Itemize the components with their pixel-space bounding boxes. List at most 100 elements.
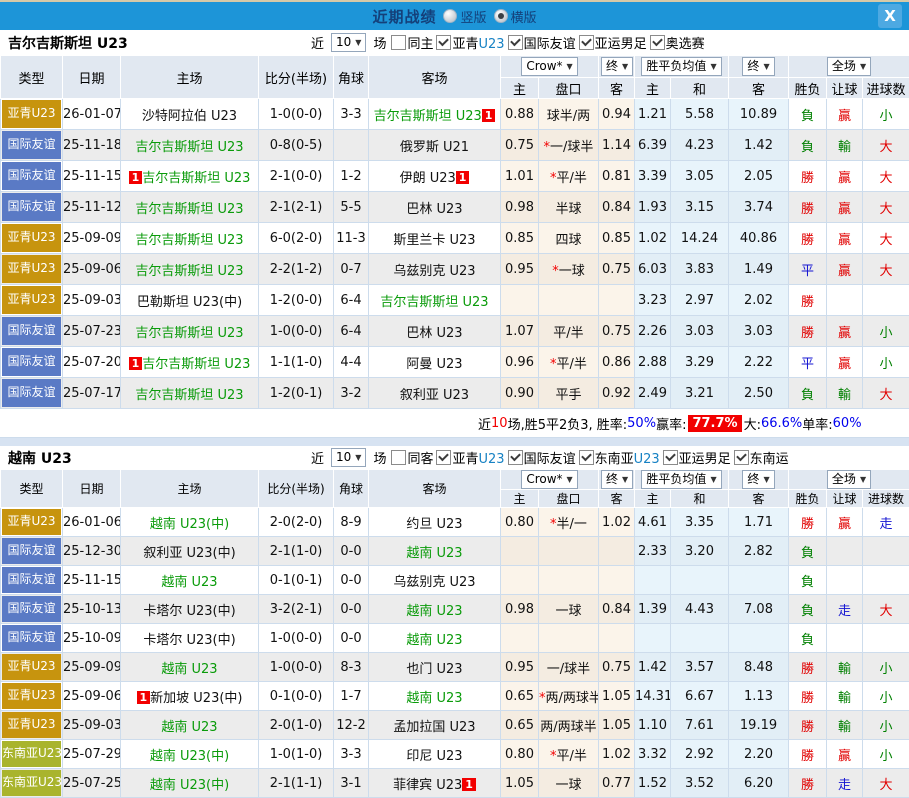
result-cell: 大 (863, 130, 909, 161)
result-cell: 贏 (827, 192, 863, 223)
checkbox-label[interactable]: 亚运男足 (595, 33, 647, 52)
checkbox-checked-icon[interactable] (508, 450, 523, 465)
checkbox-label[interactable]: 东南亚U23 (595, 448, 660, 467)
result-label: 勝 (801, 295, 814, 310)
result-cell: 勝 (789, 653, 827, 682)
checkbox-label[interactable]: 东南运 (750, 448, 789, 467)
home-team-cell: 吉尔吉斯斯坦 U23 (121, 223, 259, 254)
corner-cell: 6-4 (334, 316, 369, 347)
checkbox-checked-icon[interactable] (734, 450, 749, 465)
match-type-cell: 国际友谊 (1, 347, 63, 378)
result-label: 大 (880, 233, 893, 248)
games-count-select[interactable]: 10▼ (331, 33, 366, 52)
checkbox-checked-icon[interactable] (579, 450, 594, 465)
final-odds-select-2[interactable]: 终▼ (742, 57, 774, 76)
checkbox-unchecked-icon[interactable] (391, 450, 406, 465)
checkbox-checked-icon[interactable] (436, 450, 451, 465)
radio-icon[interactable] (443, 9, 457, 23)
radio-vertical-layout[interactable]: 竖版 (443, 7, 486, 26)
checkbox-亚青U23[interactable]: 亚青U23 (436, 33, 504, 52)
final-odds-select-1[interactable]: 终▼ (601, 57, 633, 76)
fulltime-select[interactable]: 全场▼ (827, 470, 871, 489)
radio-selected-icon[interactable] (494, 9, 508, 23)
radio-horizontal-label[interactable]: 横版 (511, 7, 537, 26)
result-cell: 大 (863, 161, 909, 192)
crow-select[interactable]: Crow*▼ (521, 57, 577, 76)
result-cell: 小 (863, 711, 909, 740)
handicap-cell (539, 624, 599, 653)
final-odds-select-1[interactable]: 终▼ (601, 470, 633, 489)
checkbox-label[interactable]: 亚青U23 (452, 448, 504, 467)
result-cell: 輸 (827, 682, 863, 711)
odds-cell: 1.14 (599, 130, 635, 161)
avg-odds-cell: 14.31 (635, 682, 671, 711)
checkbox-亚青U23[interactable]: 亚青U23 (436, 448, 504, 467)
wdl-average-select[interactable]: 胜平负均值▼ (641, 470, 721, 489)
corner-cell: 0-0 (334, 595, 369, 624)
away-team-cell: 俄罗斯 U21 (369, 130, 501, 161)
checkbox-label[interactable]: 国际友谊 (524, 448, 576, 467)
score-cell: 2-0(2-0) (259, 508, 334, 537)
fulltime-select[interactable]: 全场▼ (827, 57, 871, 76)
checkbox-同主[interactable]: 同主 (391, 33, 433, 52)
checkbox-checked-icon[interactable] (508, 35, 523, 50)
corner-cell: 3-3 (334, 740, 369, 769)
odds-cell: 0.75 (599, 653, 635, 682)
match-date: 25-11-15 (63, 566, 121, 595)
checkbox-label[interactable]: 同主 (407, 33, 433, 52)
radio-vertical-label[interactable]: 竖版 (460, 7, 486, 26)
result-label: 小 (880, 109, 893, 124)
sub-header-avg-home: 主 (635, 78, 671, 99)
checkbox-label[interactable]: 奥选赛 (666, 33, 705, 52)
result-cell: 贏 (827, 223, 863, 254)
away-team-cell: 也门 U23 (369, 653, 501, 682)
avg-odds-cell: 3.29 (671, 347, 729, 378)
match-type-badge: 东南亚U23 (2, 741, 61, 767)
checkbox-国际友谊[interactable]: 国际友谊 (508, 448, 576, 467)
checkbox-奥选赛[interactable]: 奥选赛 (650, 33, 705, 52)
handicap-cell: 平手 (539, 378, 599, 409)
checkbox-checked-icon[interactable] (663, 450, 678, 465)
checkbox-checked-icon[interactable] (650, 35, 665, 50)
match-type-badge: 国际友谊 (2, 538, 61, 564)
checkbox-亚运男足[interactable]: 亚运男足 (663, 448, 731, 467)
radio-horizontal-layout[interactable]: 横版 (494, 7, 537, 26)
checkbox-label[interactable]: 亚青U23 (452, 33, 504, 52)
match-date: 25-07-17 (63, 378, 121, 409)
avg-odds-cell: 3.32 (635, 740, 671, 769)
handicap-cell: 平/半 (539, 316, 599, 347)
match-type-badge: 亚青U23 (2, 224, 61, 252)
checkbox-国际友谊[interactable]: 国际友谊 (508, 33, 576, 52)
checkbox-checked-icon[interactable] (579, 35, 594, 50)
col-header-away: 客场 (369, 56, 501, 99)
checkbox-亚运男足[interactable]: 亚运男足 (579, 33, 647, 52)
checkbox-unchecked-icon[interactable] (391, 35, 406, 50)
wdl-average-select[interactable]: 胜平负均值▼ (641, 57, 721, 76)
games-count-select[interactable]: 10▼ (331, 448, 366, 467)
checkbox-label[interactable]: 亚运男足 (679, 448, 731, 467)
avg-odds-cell (729, 566, 789, 595)
checkbox-东南亚U23[interactable]: 东南亚U23 (579, 448, 660, 467)
checkbox-label[interactable]: 国际友谊 (524, 33, 576, 52)
checkbox-checked-icon[interactable] (436, 35, 451, 50)
result-label: 負 (801, 546, 814, 561)
final-odds-select-2[interactable]: 终▼ (742, 470, 774, 489)
match-date: 25-11-15 (63, 161, 121, 192)
title-bar: 近期战绩 竖版 横版 X (0, 2, 909, 30)
crow-select[interactable]: Crow*▼ (521, 470, 577, 489)
odds-cell: 0.94 (599, 99, 635, 130)
odds-cell: 0.90 (501, 378, 539, 409)
live-star-icon: * (550, 749, 557, 764)
result-cell: 負 (789, 378, 827, 409)
home-team-cell: 沙特阿拉伯 U23 (121, 99, 259, 130)
corner-cell: 0-7 (334, 254, 369, 285)
checkbox-同客[interactable]: 同客 (391, 448, 433, 467)
result-cell: 走 (863, 508, 909, 537)
result-label: 小 (880, 662, 893, 677)
chevron-down-icon: ▼ (860, 58, 866, 75)
close-icon[interactable]: X (878, 4, 902, 28)
checkbox-东南运[interactable]: 东南运 (734, 448, 789, 467)
match-type-cell: 亚青U23 (1, 508, 63, 537)
home-team-cell: 巴勒斯坦 U23(中) (121, 285, 259, 316)
checkbox-label[interactable]: 同客 (407, 448, 433, 467)
